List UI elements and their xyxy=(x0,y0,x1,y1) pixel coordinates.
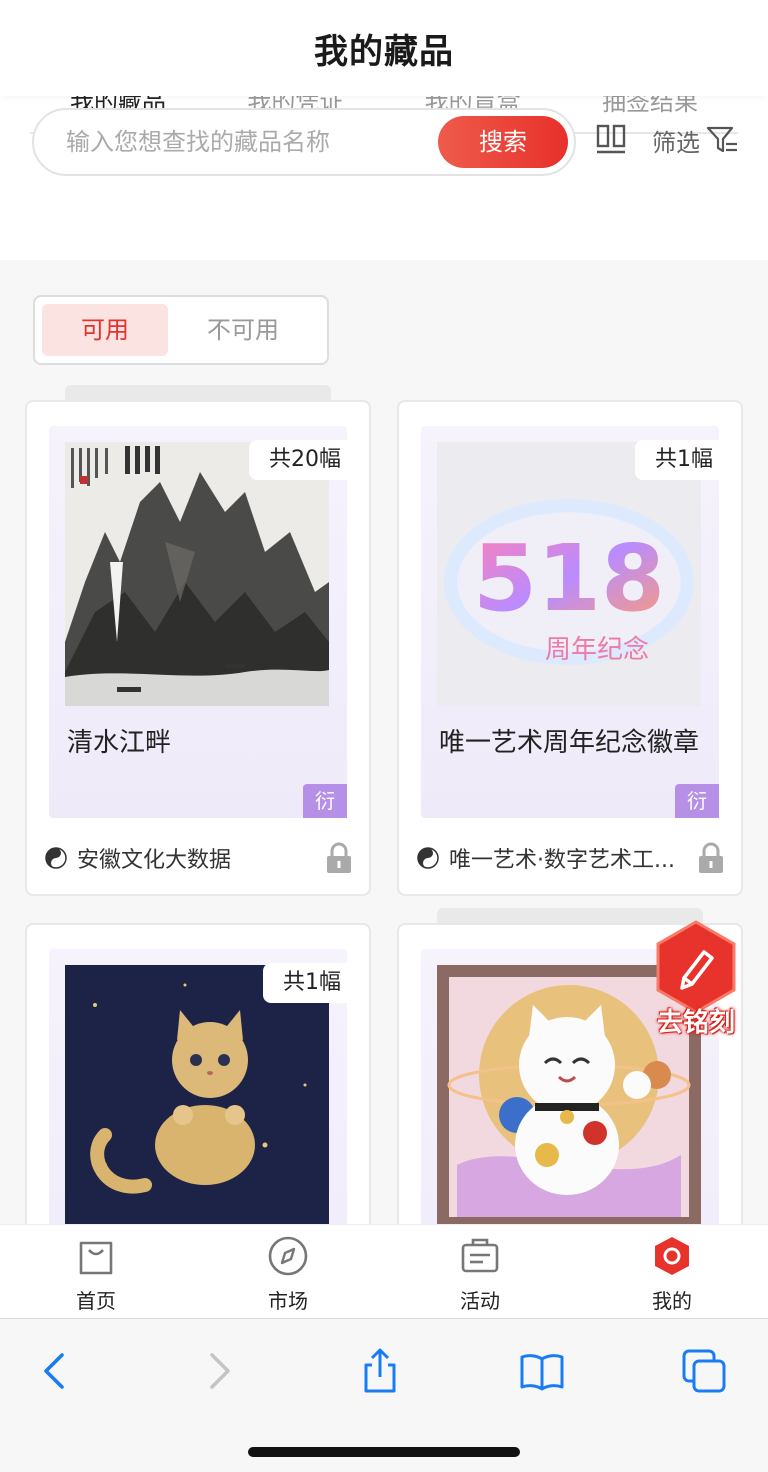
nav-label: 活动 xyxy=(460,1289,500,1313)
cat-painting-image xyxy=(65,965,329,1229)
card-title: 唯一艺术周年纪念徽章 xyxy=(439,728,700,758)
nav-label: 首页 xyxy=(76,1289,116,1313)
art-caption: 周年纪念 xyxy=(545,635,649,665)
bookmarks-icon[interactable] xyxy=(518,1347,566,1395)
search-bar: 搜索 xyxy=(32,108,576,176)
back-arrow-icon[interactable] xyxy=(30,1347,78,1395)
count-badge: 共1幅 xyxy=(635,440,733,480)
nav-item-home[interactable]: 首页 xyxy=(0,1225,192,1319)
segment-unavailable[interactable]: 不可用 xyxy=(180,304,306,356)
segment-available[interactable]: 可用 xyxy=(42,304,168,356)
home-indicator xyxy=(248,1447,520,1457)
profile-icon xyxy=(655,1237,689,1275)
availability-segment: 可用 不可用 xyxy=(33,295,329,365)
issuer-name: 安徽文化大数据 xyxy=(77,848,232,873)
card-artwork xyxy=(65,442,329,706)
collection-card-stack: 共20幅 清水江畔 衍 安徽文化大数据 xyxy=(25,385,371,896)
art-number: 518 xyxy=(473,525,665,632)
nav-label: 市场 xyxy=(268,1289,308,1313)
ticket-icon xyxy=(461,1238,499,1273)
derivative-tag: 衍 xyxy=(303,784,347,818)
bottom-nav: 首页 市场 活动 我的 xyxy=(0,1224,768,1318)
derivative-tag: 衍 xyxy=(675,784,719,818)
nav-item-market[interactable]: 市场 xyxy=(192,1225,384,1319)
browser-toolbar xyxy=(0,1318,768,1472)
nav-label: 我的 xyxy=(652,1289,692,1313)
card-artwork xyxy=(65,965,329,1229)
filter-button[interactable]: 筛选 xyxy=(652,122,738,158)
search-input[interactable] xyxy=(66,110,426,174)
forward-arrow-icon[interactable] xyxy=(196,1347,244,1395)
share-icon[interactable] xyxy=(356,1347,404,1395)
lock-icon xyxy=(699,842,723,873)
card-footer: 唯一艺术·数字艺术工... xyxy=(417,840,725,876)
bag-icon xyxy=(79,1241,113,1275)
card-title: 清水江畔 xyxy=(67,728,172,758)
grid-view-icon[interactable] xyxy=(596,124,626,156)
nav-item-mine[interactable]: 我的 xyxy=(576,1225,768,1319)
page-header: 我的藏品 xyxy=(0,0,768,96)
search-button[interactable]: 搜索 xyxy=(438,116,568,168)
issuer-logo-icon xyxy=(45,847,67,869)
count-badge: 共20幅 xyxy=(249,440,361,480)
landscape-painting-image xyxy=(65,442,329,706)
issuer-name: 唯一艺术·数字艺术工... xyxy=(449,848,675,873)
engrave-label: 去铭刻 xyxy=(656,1008,735,1038)
card-inner: 共20幅 清水江畔 衍 xyxy=(49,426,361,818)
engrave-floating-button[interactable]: 去铭刻 xyxy=(650,918,742,1040)
nav-item-activity[interactable]: 活动 xyxy=(384,1225,576,1319)
collection-card[interactable]: 518 周年纪念 共1幅 唯一艺术周年纪念徽章 衍 唯一艺术·数字艺术工... xyxy=(397,400,743,896)
lock-icon xyxy=(327,842,351,873)
tabs-icon[interactable] xyxy=(680,1347,728,1395)
compass-icon xyxy=(268,1236,308,1276)
filter-icon xyxy=(706,126,737,153)
issuer-logo-icon xyxy=(417,847,439,869)
page-title: 我的藏品 xyxy=(314,31,454,72)
collection-card[interactable]: 共20幅 清水江畔 衍 安徽文化大数据 xyxy=(25,400,371,896)
card-inner: 518 周年纪念 共1幅 唯一艺术周年纪念徽章 衍 xyxy=(421,426,733,818)
card-footer: 安徽文化大数据 xyxy=(45,840,353,876)
collection-card-stack: 518 周年纪念 共1幅 唯一艺术周年纪念徽章 衍 唯一艺术·数字艺术工... xyxy=(397,400,743,896)
page: 我的藏品 我的藏品 我的凭证 我的盲盒 抽签结果 搜索 筛选 可用 不可用 xyxy=(0,0,768,1472)
anniversary-badge-image: 518 周年纪念 xyxy=(437,442,701,706)
card-artwork: 518 周年纪念 xyxy=(437,442,701,706)
filter-label: 筛选 xyxy=(652,128,700,157)
count-badge: 共1幅 xyxy=(263,963,361,1003)
